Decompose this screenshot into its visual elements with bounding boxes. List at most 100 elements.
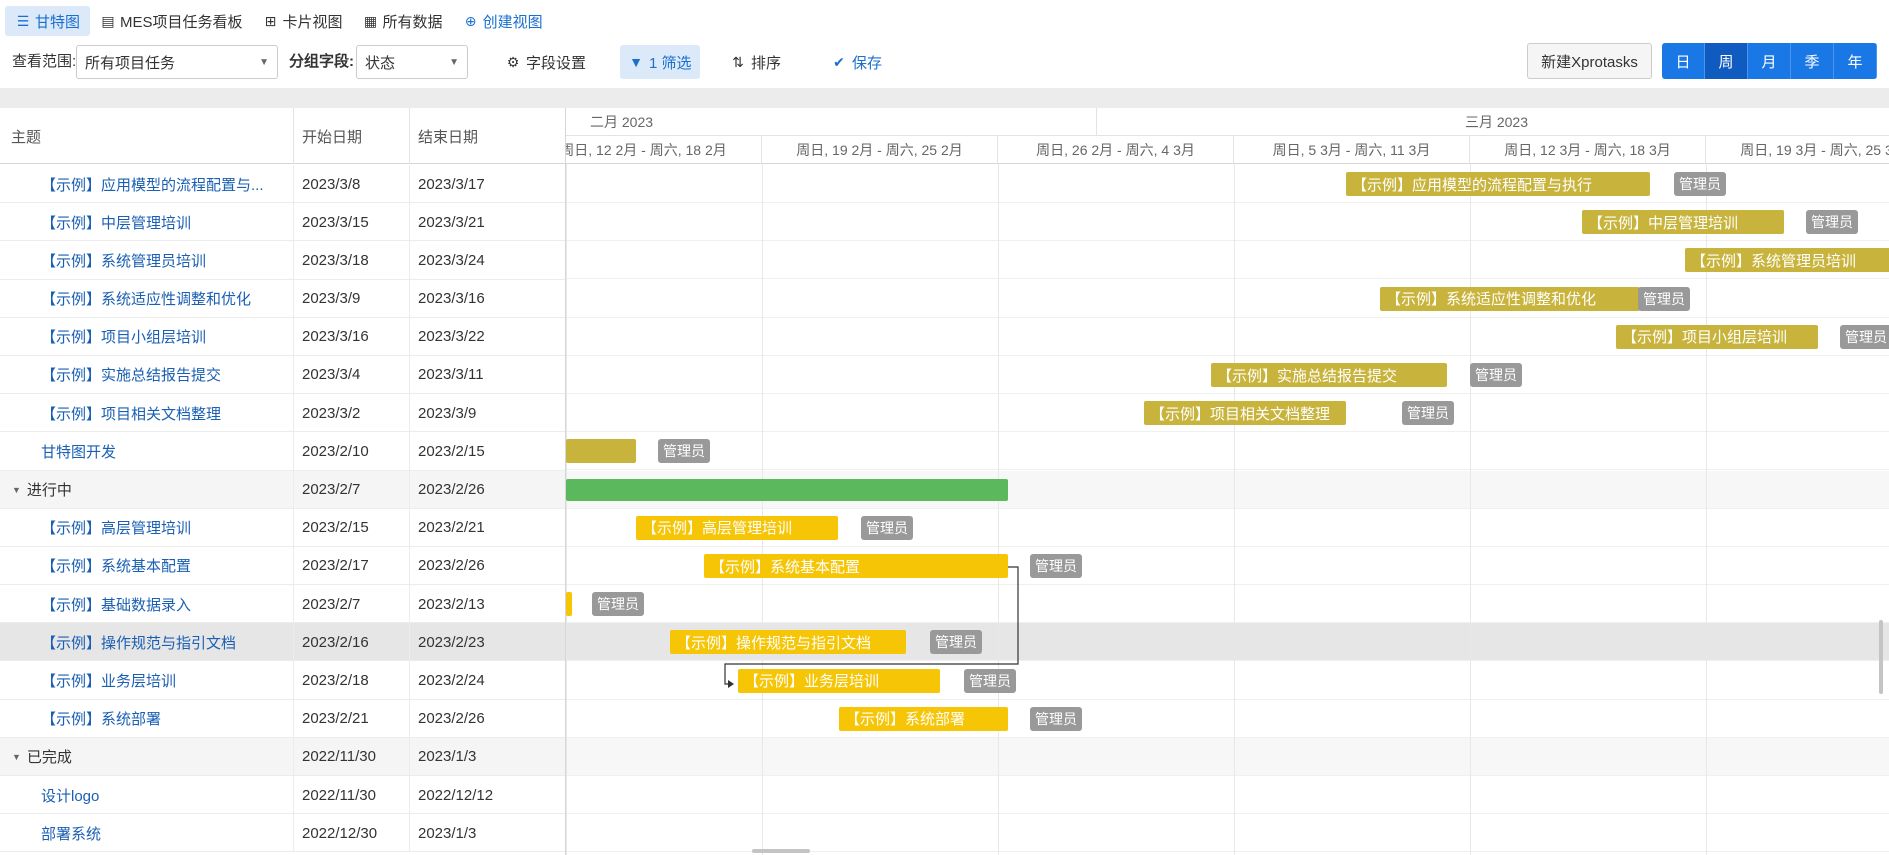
- table-row[interactable]: 【示例】业务层培训 2023/2/18 2023/2/24: [0, 661, 565, 700]
- task-bar[interactable]: 【示例】项目相关文档整理: [1144, 401, 1346, 426]
- task-title[interactable]: 部署系统: [0, 814, 294, 853]
- task-bar[interactable]: 【示例】操作规范与指引文档: [670, 630, 906, 655]
- task-title[interactable]: 设计logo: [0, 776, 294, 814]
- tab-label: MES项目任务看板: [120, 13, 243, 31]
- vertical-scrollbar[interactable]: [1879, 620, 1883, 694]
- task-bar[interactable]: [566, 439, 636, 464]
- column-header-title[interactable]: 主题: [0, 108, 294, 164]
- scale-day-button[interactable]: 日: [1662, 43, 1705, 79]
- table-row[interactable]: 【示例】项目小组层培训 2023/3/16 2023/3/22: [0, 317, 565, 356]
- start-date: 2023/2/7: [294, 470, 410, 509]
- gantt-chart: 二月 2023 三月 2023 周日, 12 2月 - 周六, 18 2月 周日…: [566, 108, 1889, 855]
- task-bar[interactable]: 【示例】系统适应性调整和优化: [1380, 286, 1640, 311]
- task-title[interactable]: 【示例】操作规范与指引文档: [0, 623, 294, 662]
- assignee-tag: 管理员: [964, 668, 1016, 693]
- table-row[interactable]: 【示例】系统部署 2023/2/21 2023/2/26: [0, 699, 565, 738]
- task-bar[interactable]: 【示例】项目小组层培训: [1616, 324, 1818, 349]
- task-title[interactable]: 【示例】中层管理培训: [0, 203, 294, 242]
- table-row[interactable]: 设计logo 2022/11/30 2022/12/12: [0, 776, 565, 815]
- task-title[interactable]: 甘特图开发: [0, 432, 294, 471]
- top-bar: ☰ 甘特图 ▤ MES项目任务看板 ⊞ 卡片视图 ▦ 所有数据 ⊕ 创建视图 查…: [0, 0, 1889, 88]
- table-row[interactable]: 【示例】基础数据录入 2023/2/7 2023/2/13: [0, 585, 565, 624]
- task-title-text: 【示例】业务层培训: [41, 672, 177, 690]
- table-row[interactable]: 甘特图开发 2023/2/10 2023/2/15: [0, 432, 565, 471]
- month-label: 二月 2023: [566, 108, 1097, 136]
- tab-card-view[interactable]: ⊞ 卡片视图: [253, 6, 353, 36]
- task-bar[interactable]: [566, 592, 572, 617]
- scope-select[interactable]: 所有项目任务 ▼: [76, 45, 278, 79]
- create-view-button[interactable]: ⊕ 创建视图: [453, 6, 553, 36]
- task-bar[interactable]: 【示例】系统基本配置: [704, 554, 1008, 578]
- table-row[interactable]: 【示例】中层管理培训 2023/3/15 2023/3/21: [0, 203, 565, 242]
- filter-button[interactable]: ▼ 1 筛选: [620, 45, 700, 79]
- scale-quarter-button[interactable]: 季: [1791, 43, 1834, 79]
- group-row[interactable]: ▼ 进行中 2023/2/7 2023/2/26: [0, 470, 565, 509]
- sort-button[interactable]: ⇅ 排序: [722, 45, 789, 79]
- assignee-tag: 管理员: [592, 592, 644, 617]
- table-row[interactable]: 【示例】实施总结报告提交 2023/3/4 2023/3/11: [0, 355, 565, 395]
- task-title[interactable]: 【示例】实施总结报告提交: [0, 355, 294, 394]
- table-row[interactable]: 【示例】系统基本配置 2023/2/17 2023/2/26: [0, 546, 565, 586]
- table-row[interactable]: 【示例】操作规范与指引文档 2023/2/16 2023/2/23: [0, 623, 565, 662]
- collapse-icon[interactable]: ▼: [12, 752, 21, 762]
- task-bar[interactable]: 【示例】业务层培训: [738, 668, 940, 693]
- task-bar[interactable]: 【示例】应用模型的流程配置与执行: [1346, 172, 1650, 196]
- task-title[interactable]: 【示例】业务层培训: [0, 661, 294, 700]
- task-title[interactable]: 【示例】应用模型的流程配置与...: [0, 165, 294, 203]
- start-date: 2022/12/30: [294, 814, 410, 853]
- scale-year-button[interactable]: 年: [1834, 43, 1877, 79]
- start-date: 2023/3/2: [294, 394, 410, 433]
- task-bar[interactable]: 【示例】实施总结报告提交: [1211, 363, 1447, 387]
- table-row[interactable]: 【示例】高层管理培训 2023/2/15 2023/2/21: [0, 508, 565, 547]
- task-bar[interactable]: 【示例】系统部署: [839, 706, 1008, 731]
- table-row[interactable]: 部署系统 2022/12/30 2023/1/3: [0, 814, 565, 853]
- tab-gantt[interactable]: ☰ 甘特图: [5, 6, 91, 36]
- table-row[interactable]: 【示例】系统适应性调整和优化 2023/3/9 2023/3/16: [0, 279, 565, 318]
- task-title[interactable]: 【示例】高层管理培训: [0, 508, 294, 547]
- group-row[interactable]: ▼ 已完成 2022/11/30 2023/1/3: [0, 737, 565, 776]
- week-gridline: [566, 164, 567, 855]
- week-label: 周日, 19 3月 - 周六, 25 3月: [1706, 136, 1889, 164]
- task-title[interactable]: 【示例】系统基本配置: [0, 546, 294, 585]
- tab-mes-kanban[interactable]: ▤ MES项目任务看板: [90, 6, 253, 36]
- task-bar[interactable]: [566, 478, 1008, 501]
- task-title[interactable]: 【示例】系统适应性调整和优化: [0, 279, 294, 318]
- task-bar[interactable]: 【示例】系统管理员培训: [1685, 248, 1889, 273]
- save-button[interactable]: ✔ 保存: [823, 45, 890, 79]
- chart-row: [566, 432, 1889, 471]
- group-select[interactable]: 状态 ▼: [356, 45, 468, 79]
- field-settings-button[interactable]: ⚙ 字段设置: [497, 45, 594, 79]
- task-title[interactable]: 【示例】项目小组层培训: [0, 317, 294, 356]
- task-title[interactable]: 【示例】项目相关文档整理: [0, 394, 294, 433]
- task-title[interactable]: 【示例】基础数据录入: [0, 585, 294, 624]
- column-header-start[interactable]: 开始日期: [294, 108, 410, 164]
- table-row[interactable]: 【示例】项目相关文档整理 2023/3/2 2023/3/9: [0, 394, 565, 433]
- task-title[interactable]: 【示例】系统部署: [0, 699, 294, 738]
- tab-label: 创建视图: [482, 13, 543, 31]
- filter-label: 1 筛选: [649, 54, 692, 72]
- table-row[interactable]: 【示例】应用模型的流程配置与... 2023/3/8 2023/3/17: [0, 165, 565, 204]
- time-scale-switch: 日 周 月 季 年: [1662, 43, 1877, 79]
- end-date: 2022/12/12: [418, 786, 494, 804]
- task-bar[interactable]: 【示例】中层管理培训: [1582, 210, 1784, 235]
- start-date: 2023/3/15: [294, 203, 410, 242]
- end-date: 2023/3/21: [418, 213, 485, 231]
- task-title[interactable]: ▼ 已完成: [0, 737, 294, 776]
- horizontal-scrollbar[interactable]: [752, 849, 810, 853]
- task-title-text: 进行中: [26, 482, 72, 499]
- gear-icon: ⚙: [506, 53, 520, 70]
- new-xprotasks-button[interactable]: 新建Xprotasks: [1527, 43, 1652, 79]
- task-bar[interactable]: 【示例】高层管理培训: [636, 515, 838, 540]
- start-date: 2023/3/16: [294, 317, 410, 356]
- table-row[interactable]: 【示例】系统管理员培训 2023/3/18 2023/3/24: [0, 241, 565, 280]
- tab-all-data[interactable]: ▦ 所有数据: [353, 6, 453, 36]
- scale-month-button[interactable]: 月: [1748, 43, 1791, 79]
- tab-label: 甘特图: [35, 13, 81, 31]
- assignee-tag: 管理员: [861, 515, 913, 540]
- column-header-end[interactable]: 结束日期: [410, 108, 565, 164]
- task-title-text: 【示例】高层管理培训: [41, 520, 192, 538]
- collapse-icon[interactable]: ▼: [12, 485, 21, 495]
- task-title[interactable]: ▼ 进行中: [0, 470, 294, 509]
- task-title[interactable]: 【示例】系统管理员培训: [0, 241, 294, 280]
- scale-week-button[interactable]: 周: [1705, 43, 1748, 79]
